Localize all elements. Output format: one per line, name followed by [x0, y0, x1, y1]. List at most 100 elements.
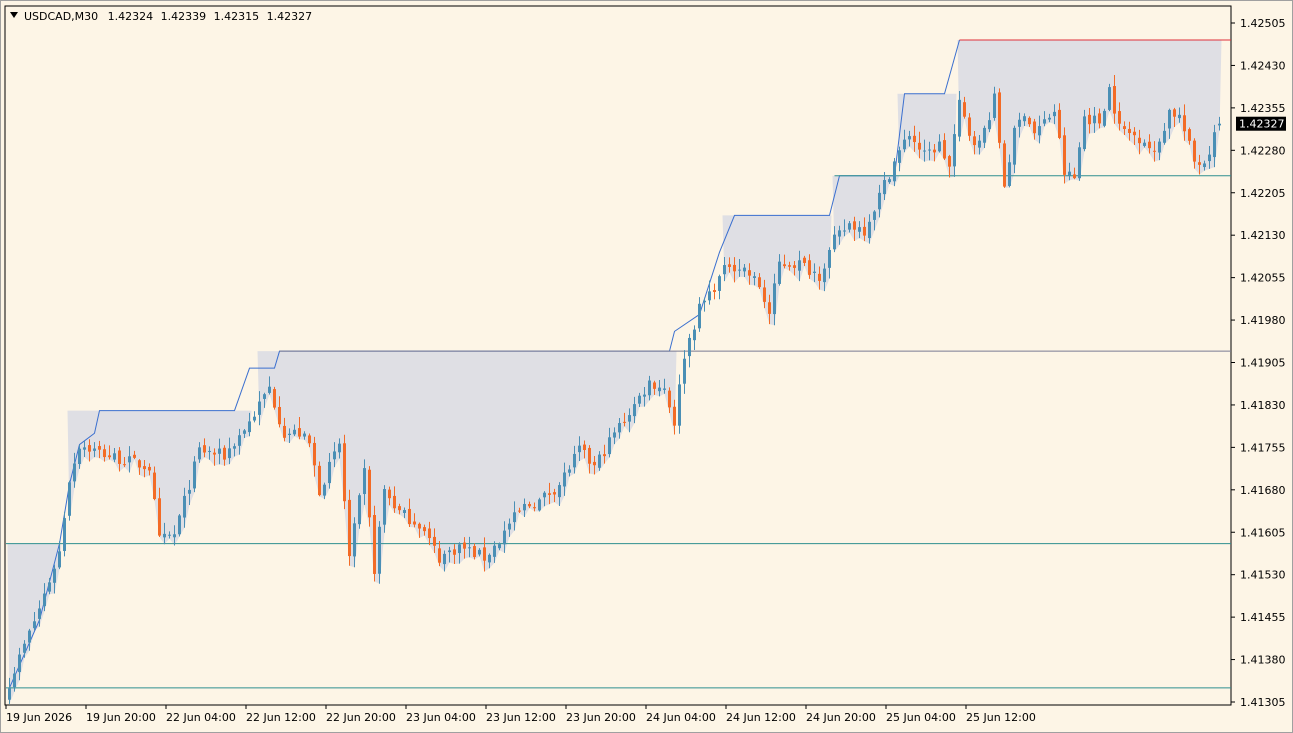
candle-body [718, 276, 721, 291]
candle-body [438, 548, 441, 563]
price-tick-label: 1.41830 [1240, 399, 1286, 412]
candle-body [568, 469, 571, 473]
chart-window[interactable]: 1.42505 1.42430 1.42355 1.42280 1.42205 1.421… [0, 0, 1293, 733]
candle-body [958, 99, 961, 137]
time-axis[interactable]: 19 Jun 2026 19 Jun 20:00 22 Jun 04:00 22 Ju… [5, 705, 1036, 724]
svg-text:USDCAD,M30 1.42324: USDCAD,M30 1.42324 1.42339 1.42315 1.423… [24, 10, 312, 23]
candle-body [1068, 171, 1071, 176]
price-tick-label: 1.41605 [1240, 526, 1286, 539]
candle-body [323, 484, 326, 496]
candle-body [233, 446, 236, 449]
price-tick-label: 1.42430 [1240, 59, 1286, 72]
candle-body [423, 527, 426, 532]
candle-body [143, 466, 146, 470]
candle-body [78, 448, 81, 464]
candle [1078, 142, 1081, 181]
candle-body [123, 464, 126, 466]
candle-body [258, 401, 261, 415]
candle-body [1133, 131, 1136, 136]
candle-body [688, 337, 691, 357]
candle-body [598, 454, 601, 468]
candle-body [553, 492, 556, 495]
header-dropdown-icon[interactable] [10, 12, 18, 18]
candle-body [1153, 150, 1156, 152]
candle-body [1193, 140, 1196, 162]
candle-body [193, 461, 196, 489]
candle-body [393, 495, 396, 509]
candle-body [873, 211, 876, 220]
candle-body [618, 423, 621, 433]
candle-body [943, 140, 946, 159]
candle-body [1003, 143, 1006, 187]
candle-body [973, 136, 976, 146]
price-tick-label: 1.41380 [1240, 654, 1286, 667]
candle-body [1148, 141, 1151, 149]
candle-body [478, 549, 481, 555]
candle-body [693, 329, 696, 341]
candle-body [443, 553, 446, 565]
candle-body [243, 430, 246, 434]
candle-body [963, 102, 966, 117]
candle-body [448, 550, 451, 553]
candle-body [843, 230, 846, 232]
candle-body [408, 508, 411, 525]
candle-body [878, 192, 881, 210]
candle-body [1063, 135, 1066, 175]
candle-body [998, 92, 1001, 143]
candle-body [1123, 126, 1126, 130]
candle-body [703, 300, 706, 303]
candle [178, 513, 181, 537]
candle-body [33, 621, 36, 629]
candle [348, 489, 351, 566]
candle-body [468, 547, 471, 549]
candle-body [588, 447, 591, 464]
candle-body [28, 630, 31, 643]
candle-body [278, 406, 281, 425]
candle-body [753, 276, 756, 278]
candle-body [288, 433, 291, 435]
price-tick-label: 1.42130 [1240, 229, 1286, 242]
candle-body [533, 507, 536, 509]
price-tick-label: 1.42055 [1240, 272, 1286, 285]
current-price-label: 1.42327 [1239, 118, 1285, 131]
candle-body [1188, 129, 1191, 141]
candle-body [1098, 113, 1101, 124]
candle-body [1173, 109, 1176, 117]
candle-body [93, 448, 96, 451]
price-chart[interactable]: 1.42505 1.42430 1.42355 1.42280 1.42205 1.421… [1, 1, 1292, 732]
candle [318, 461, 321, 497]
price-tick-label: 1.41980 [1240, 314, 1286, 327]
candle [708, 280, 711, 305]
candle-body [8, 688, 11, 700]
candle-body [498, 544, 501, 549]
candle-body [1168, 109, 1171, 129]
candle-body [923, 150, 926, 152]
candle-body [918, 142, 921, 150]
candle [1103, 108, 1106, 128]
price-tick-label: 1.41530 [1240, 569, 1286, 582]
candle-body [578, 445, 581, 453]
candle-body [343, 443, 346, 502]
candle-body [188, 489, 191, 494]
candle-body [793, 265, 796, 268]
candle-body [898, 150, 901, 163]
candle-body [713, 290, 716, 292]
candle [693, 325, 696, 351]
candle-body [353, 523, 356, 557]
candle-body [13, 673, 16, 688]
candle-body [183, 495, 186, 518]
candle-body [768, 302, 771, 314]
candle-body [648, 380, 651, 396]
candle-body [223, 447, 226, 460]
candle-body [653, 382, 656, 389]
candle-body [218, 448, 221, 454]
candle-body [558, 485, 561, 498]
candle [718, 274, 721, 300]
candle-body [798, 260, 801, 271]
candle [688, 333, 691, 368]
candle-body [18, 654, 21, 673]
candle-body [238, 435, 241, 446]
candle-body [638, 395, 641, 404]
candle-body [953, 134, 956, 167]
candle-body [548, 493, 551, 495]
